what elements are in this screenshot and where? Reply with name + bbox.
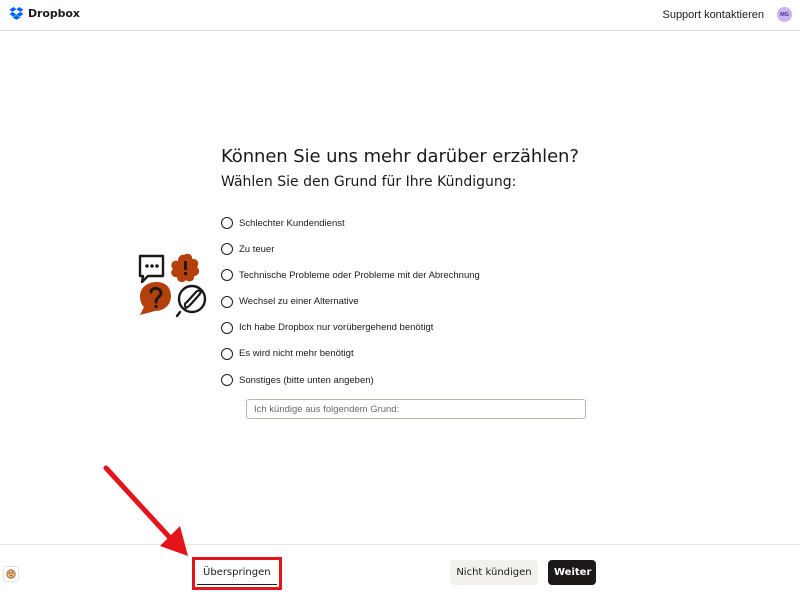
radio-button[interactable]	[221, 243, 233, 256]
reason-option-label: Zu teuer	[239, 243, 275, 255]
radio-button[interactable]	[221, 295, 233, 308]
reason-option-other[interactable]: Sonstiges (bitte unten angeben)	[221, 372, 601, 388]
exclamation-line	[184, 261, 187, 270]
exclamation-dot	[184, 272, 187, 275]
reason-text-input[interactable]	[246, 399, 586, 419]
phone-circle-shape	[177, 284, 207, 314]
question-dot	[154, 305, 158, 308]
page-title: Können Sie uns mehr darüber erzählen?	[221, 146, 579, 167]
reason-option-label: Technische Probleme oder Probleme mit de…	[239, 269, 480, 281]
cookie-settings-button[interactable]	[3, 566, 19, 582]
reason-option-label: Sonstiges (bitte unten angeben)	[239, 374, 374, 386]
reason-option-temporary-need[interactable]: Ich habe Dropbox nur vorübergehend benöt…	[221, 320, 601, 336]
phone-tail	[175, 310, 182, 318]
top-bar: Dropbox Support kontaktieren MG	[0, 0, 800, 31]
cancellation-page: Dropbox Support kontaktieren MG Können S…	[0, 0, 800, 600]
page-subtitle: Wählen Sie den Grund für Ihre Kündigung:	[221, 174, 517, 190]
red-arrow-annotation	[103, 465, 188, 556]
reason-option-label: Wechsel zu einer Alternative	[239, 296, 359, 308]
feedback-illustration-icon	[138, 253, 207, 318]
cookie-icon	[6, 569, 16, 579]
radio-button[interactable]	[221, 347, 233, 360]
reason-option-label: Schlechter Kundendienst	[239, 217, 345, 229]
dot	[145, 264, 149, 268]
dot	[150, 264, 154, 268]
radio-button[interactable]	[221, 269, 233, 282]
reason-option-bad-support[interactable]: Schlechter Kundendienst	[221, 215, 601, 231]
radio-button[interactable]	[221, 374, 233, 387]
dropbox-home-link[interactable]: Dropbox	[9, 7, 80, 20]
continue-button[interactable]: Weiter	[548, 560, 596, 585]
footer-divider	[0, 544, 800, 545]
reason-option-no-longer-needed[interactable]: Es wird nicht mehr benötigt	[221, 346, 601, 362]
dropbox-logo-icon	[9, 7, 24, 20]
reason-option-too-expensive[interactable]: Zu teuer	[221, 241, 601, 257]
reason-option-switch-alternative[interactable]: Wechsel zu einer Alternative	[221, 294, 601, 310]
reason-options: Schlechter Kundendienst Zu teuer Technis…	[221, 215, 601, 398]
brand-name: Dropbox	[28, 7, 80, 20]
radio-button[interactable]	[221, 217, 233, 229]
reason-option-label: Ich habe Dropbox nur vorübergehend benöt…	[239, 322, 434, 334]
not-cancel-button[interactable]: Nicht kündigen	[450, 560, 538, 585]
skip-button[interactable]: Überspringen	[197, 561, 277, 585]
reason-option-technical-billing[interactable]: Technische Probleme oder Probleme mit de…	[221, 267, 601, 283]
reason-option-label: Es wird nicht mehr benötigt	[239, 348, 354, 360]
radio-button[interactable]	[221, 321, 233, 334]
chat-bubble-shape	[138, 254, 165, 284]
dot	[155, 264, 159, 268]
support-contact-link[interactable]: Support kontaktieren	[662, 9, 764, 21]
avatar[interactable]: MG	[777, 7, 792, 22]
